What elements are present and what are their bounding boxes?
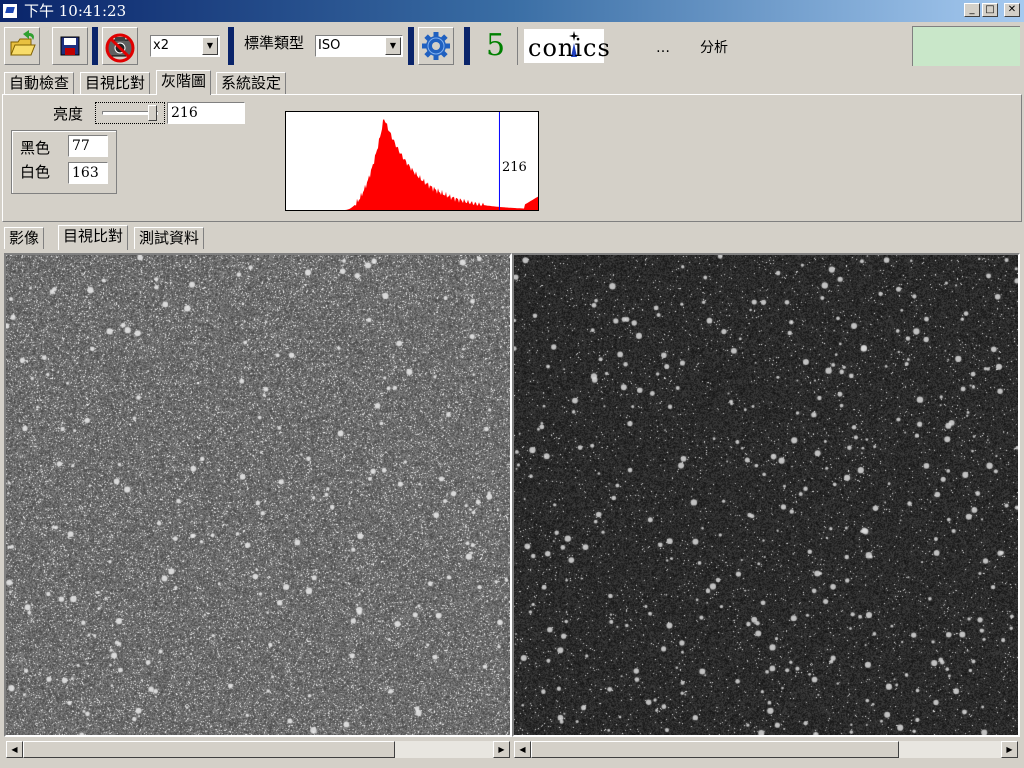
conics-logo: conics bbox=[524, 29, 610, 63]
analysis-label[interactable]: 分析 bbox=[700, 37, 728, 57]
right-image-pane[interactable] bbox=[512, 253, 1020, 737]
tab-system-settings[interactable]: 系統設定 bbox=[216, 72, 287, 94]
view-tab-strip: 影像 目視比對 測試資料 bbox=[0, 225, 1024, 250]
close-button[interactable]: ✕ bbox=[1004, 3, 1020, 17]
grayscale-panel: 亮度 216 黑色 77 白色 163 216 bbox=[2, 94, 1022, 222]
right-horizontal-scrollbar[interactable]: ◀ ▶ bbox=[514, 741, 1018, 758]
histogram-marker-label: 216 bbox=[502, 160, 527, 175]
main-tab-strip: 自動檢查 目視比對 灰階圖 系統設定 bbox=[0, 70, 1024, 95]
tab-test-data[interactable]: 測試資料 bbox=[134, 227, 205, 249]
open-folder-icon bbox=[10, 30, 36, 56]
scroll-left-icon[interactable]: ◀ bbox=[6, 741, 23, 758]
threshold-group: 黑色 77 白色 163 bbox=[11, 130, 117, 194]
brightness-slider[interactable] bbox=[95, 102, 165, 124]
minimize-button[interactable]: _ bbox=[964, 3, 980, 17]
gear-icon bbox=[422, 32, 450, 60]
white-input[interactable]: 163 bbox=[68, 162, 108, 184]
camera-disabled-icon bbox=[105, 33, 135, 63]
left-scroll-thumb[interactable] bbox=[23, 741, 395, 758]
title-bar[interactable]: 下午 10:41:23 _ □ ✕ bbox=[0, 0, 1024, 22]
open-folder-button[interactable] bbox=[4, 27, 40, 65]
black-input[interactable]: 77 bbox=[68, 135, 108, 157]
camera-off-button[interactable] bbox=[102, 27, 138, 65]
scroll-right-icon[interactable]: ▶ bbox=[1001, 741, 1018, 758]
brightness-label: 亮度 bbox=[53, 105, 84, 123]
tab-visual-compare[interactable]: 目視比對 bbox=[80, 72, 151, 94]
tab-auto-inspect[interactable]: 自動檢查 bbox=[4, 72, 75, 94]
standard-type-select[interactable]: ISO ▼ bbox=[315, 35, 403, 57]
chevron-down-icon[interactable]: ▼ bbox=[202, 37, 218, 55]
scroll-right-icon[interactable]: ▶ bbox=[493, 741, 510, 758]
toolbar: x2 ▼ 標準類型 ISO ▼ 5 conics … 分析 bbox=[0, 24, 1024, 68]
status-indicator bbox=[912, 26, 1020, 66]
number-display: 5 bbox=[474, 27, 518, 65]
ellipsis-label: … bbox=[656, 40, 670, 56]
standard-type-value: ISO bbox=[318, 38, 341, 53]
left-horizontal-scrollbar[interactable]: ◀ ▶ bbox=[6, 741, 510, 758]
slider-thumb[interactable] bbox=[148, 105, 157, 121]
tab-view-compare[interactable]: 目視比對 bbox=[58, 225, 129, 250]
number-value: 5 bbox=[485, 28, 506, 63]
zoom-select[interactable]: x2 ▼ bbox=[150, 35, 220, 57]
left-image-pane[interactable] bbox=[4, 253, 512, 737]
left-grayscale-image bbox=[6, 255, 510, 735]
standard-type-label: 標準類型 bbox=[244, 34, 305, 52]
tab-image[interactable]: 影像 bbox=[4, 227, 45, 249]
zoom-value: x2 bbox=[153, 38, 169, 53]
toolbar-separator bbox=[92, 27, 98, 65]
settings-button[interactable] bbox=[418, 27, 454, 65]
toolbar-separator bbox=[408, 27, 414, 65]
save-icon bbox=[60, 36, 80, 56]
brightness-input[interactable]: 216 bbox=[167, 102, 245, 124]
right-scroll-thumb[interactable] bbox=[531, 741, 899, 758]
toolbar-separator bbox=[464, 27, 470, 65]
white-label: 白色 bbox=[20, 163, 51, 181]
logo-text: conics bbox=[528, 34, 611, 62]
tab-grayscale[interactable]: 灰階圖 bbox=[156, 70, 212, 95]
toolbar-separator bbox=[228, 27, 234, 65]
histogram-area bbox=[286, 119, 538, 210]
app-icon[interactable] bbox=[2, 3, 18, 19]
histogram-svg bbox=[286, 112, 538, 210]
save-button[interactable] bbox=[52, 27, 88, 65]
histogram-chart: 216 bbox=[285, 111, 539, 211]
chevron-down-icon[interactable]: ▼ bbox=[385, 37, 401, 55]
black-label: 黑色 bbox=[20, 139, 51, 157]
scroll-left-icon[interactable]: ◀ bbox=[514, 741, 531, 758]
window-title: 下午 10:41:23 bbox=[24, 2, 127, 20]
maximize-button[interactable]: □ bbox=[982, 3, 998, 17]
right-thresholded-image bbox=[514, 255, 1018, 735]
